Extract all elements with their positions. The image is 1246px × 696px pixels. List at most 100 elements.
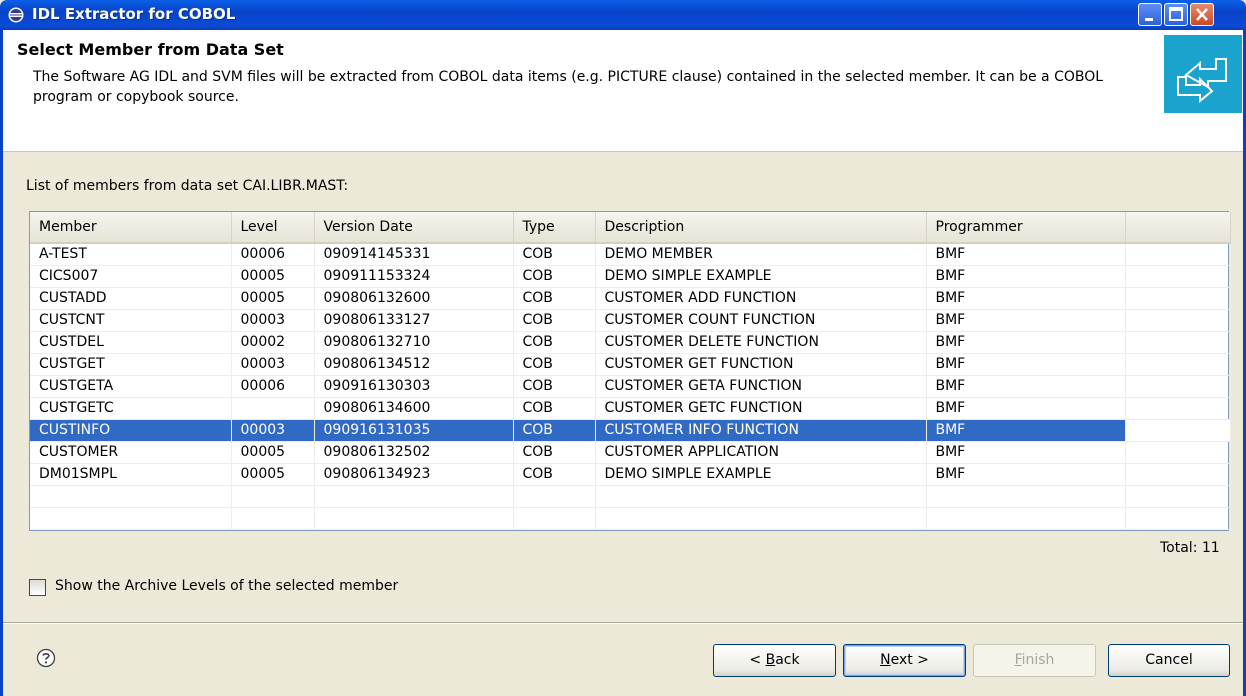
total-count: Total: 11 <box>1160 540 1220 556</box>
table-row[interactable]: CUSTDEL 00002 090806132710 COB CUSTOMER DELE… <box>30 331 1231 354</box>
column-header-level[interactable]: Level <box>231 212 315 244</box>
back-button-prefix: < <box>749 652 766 668</box>
table-row[interactable]: CUSTCNT 00003 090806133127 COB CUSTOMER COUN… <box>30 309 1231 332</box>
column-header-member[interactable]: Member <box>30 212 232 244</box>
page-description: The Software AG IDL and SVM files will b… <box>33 69 1104 105</box>
cell-empty <box>30 485 232 508</box>
cell-member: CUSTGETA <box>30 375 232 398</box>
cell-member: CICS007 <box>30 265 232 288</box>
back-button-mnemonic: B <box>765 652 776 668</box>
cell-description: CUSTOMER INFO FUNCTION <box>595 419 927 442</box>
cell-member: CUSTOMER <box>30 441 232 464</box>
cell-version-date: 090806134923 <box>314 463 514 486</box>
cell-level: 00005 <box>231 265 315 288</box>
cell-programmer: BMF <box>926 243 1126 266</box>
help-icon[interactable] <box>36 648 56 668</box>
cell-programmer: BMF <box>926 375 1126 398</box>
archive-levels-checkbox[interactable] <box>29 579 46 596</box>
column-header-programmer[interactable]: Programmer <box>926 212 1126 244</box>
cell-empty <box>595 507 927 530</box>
next-button[interactable]: Next > <box>843 644 966 677</box>
column-header-type[interactable]: Type <box>513 212 596 244</box>
cell-version-date: 090911153324 <box>314 265 514 288</box>
close-button[interactable] <box>1190 3 1214 26</box>
cell-level: 00006 <box>231 375 315 398</box>
column-header-version-date[interactable]: Version Date <box>314 212 514 244</box>
cell-member: CUSTDEL <box>30 331 232 354</box>
column-header-description[interactable]: Description <box>595 212 927 244</box>
cell-version-date: 090806132600 <box>314 287 514 310</box>
cell-version-date: 090916131035 <box>314 419 514 442</box>
cell-member: CUSTCNT <box>30 309 232 332</box>
members-table[interactable]: Member Level Version Date Type Descripti… <box>29 211 1231 531</box>
cell-description: CUSTOMER GET FUNCTION <box>595 353 927 376</box>
page-title: Select Member from Data Set <box>17 40 284 59</box>
cell-member: DM01SMPL <box>30 463 232 486</box>
table-row[interactable]: CUSTGET 00003 090806134512 COB CUSTOMER GET … <box>30 353 1231 376</box>
cell-programmer: BMF <box>926 331 1126 354</box>
members-list-label: List of members from data set CAI.LIBR.M… <box>26 178 349 194</box>
cell-type: COB <box>513 441 596 464</box>
cell-filler <box>1125 375 1231 398</box>
cell-type: COB <box>513 419 596 442</box>
cell-empty <box>513 507 596 530</box>
cell-description: CUSTOMER ADD FUNCTION <box>595 287 927 310</box>
archive-levels-label[interactable]: Show the Archive Levels of the selected … <box>55 578 398 594</box>
table-row[interactable]: A-TEST 00006 090914145331 COB DEMO MEMBER BMF <box>30 243 1231 266</box>
back-button[interactable]: < Back <box>713 644 836 677</box>
cell-programmer: BMF <box>926 309 1126 332</box>
cell-empty <box>926 485 1126 508</box>
cancel-button[interactable]: Cancel <box>1108 644 1230 677</box>
title-bar[interactable]: IDL Extractor for COBOL <box>0 0 1246 30</box>
cell-member: CUSTGET <box>30 353 232 376</box>
table-row[interactable]: CUSTADD 00005 090806132600 COB CUSTOMER ADD … <box>30 287 1231 310</box>
table-row[interactable]: CUSTGETC 090806134600 COB CUSTOMER GETC FUN… <box>30 397 1231 420</box>
minimize-button[interactable] <box>1138 3 1162 26</box>
cell-empty <box>231 485 315 508</box>
cell-version-date: 090806133127 <box>314 309 514 332</box>
cell-level: 00006 <box>231 243 315 266</box>
cell-programmer: BMF <box>926 397 1126 420</box>
cell-programmer: BMF <box>926 441 1126 464</box>
cell-level: 00005 <box>231 441 315 464</box>
cell-version-date: 090916130303 <box>314 375 514 398</box>
cell-type: COB <box>513 397 596 420</box>
finish-button-mnemonic: F <box>1014 652 1022 668</box>
cell-filler <box>1125 463 1231 486</box>
cell-description: CUSTOMER GETC FUNCTION <box>595 397 927 420</box>
cell-empty <box>314 507 514 530</box>
button-bar-separator <box>3 622 1243 624</box>
table-row[interactable]: CUSTGETA 00006 090916130303 COB CUSTOMER GET… <box>30 375 1231 398</box>
cell-description: DEMO SIMPLE EXAMPLE <box>595 463 927 486</box>
cell-empty <box>513 485 596 508</box>
cell-description: CUSTOMER COUNT FUNCTION <box>595 309 927 332</box>
cell-empty <box>314 485 514 508</box>
next-button-mnemonic: N <box>880 652 891 668</box>
cell-member: CUSTGETC <box>30 397 232 420</box>
cell-empty <box>1125 485 1231 508</box>
cell-type: COB <box>513 265 596 288</box>
cell-member: CUSTADD <box>30 287 232 310</box>
table-row[interactable]: CICS007 00005 090911153324 COB DEMO SIMPLE E… <box>30 265 1231 288</box>
cell-description: DEMO MEMBER <box>595 243 927 266</box>
finish-button[interactable]: Finish <box>973 644 1096 677</box>
cell-version-date: 090806134600 <box>314 397 514 420</box>
cell-level: 00003 <box>231 419 315 442</box>
back-button-label: ack <box>775 652 800 668</box>
cell-level: 00003 <box>231 353 315 376</box>
cell-description: CUSTOMER DELETE FUNCTION <box>595 331 927 354</box>
cell-filler <box>1125 287 1231 310</box>
cell-programmer: BMF <box>926 287 1126 310</box>
table-row-empty <box>30 485 1231 508</box>
table-row[interactable]: CUSTINFO 00003 090916131035 COB CUSTOMER INF… <box>30 419 1231 442</box>
cell-member: A-TEST <box>30 243 232 266</box>
table-row[interactable]: CUSTOMER 00005 090806132502 COB CUSTOMER APP… <box>30 441 1231 464</box>
cell-filler <box>1125 265 1231 288</box>
maximize-button[interactable] <box>1164 3 1188 26</box>
cell-level: 00002 <box>231 331 315 354</box>
next-button-label: ext > <box>890 652 929 668</box>
table-row[interactable]: DM01SMPL 00005 090806134923 COB DEMO SIMPLE … <box>30 463 1231 486</box>
cell-level: 00003 <box>231 309 315 332</box>
table-header-row: Member Level Version Date Type Descripti… <box>30 212 1231 244</box>
eclipse-icon <box>8 7 24 23</box>
